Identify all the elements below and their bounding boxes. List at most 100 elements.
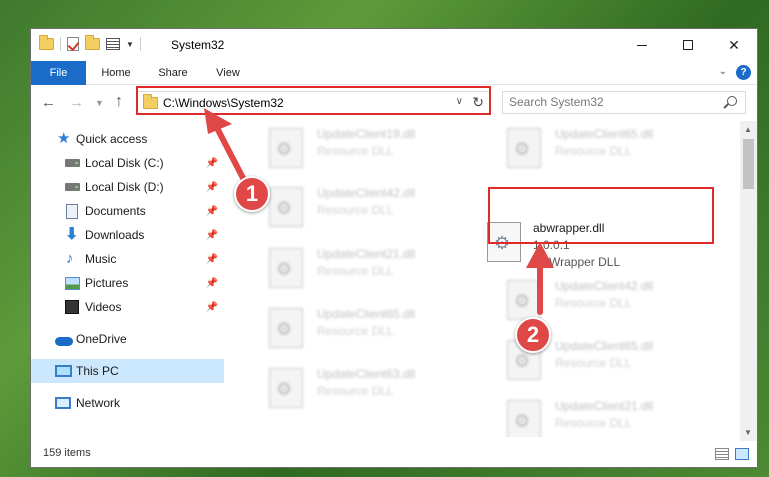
file-tile[interactable]: UpdateClient21.dll Resource DLL <box>485 397 715 437</box>
dll-file-icon <box>269 187 303 227</box>
file-name: UpdateClient65.dll <box>555 339 654 353</box>
sidebar-item-videos[interactable]: Videos 📌 <box>31 295 224 319</box>
dll-file-icon <box>487 222 521 262</box>
sidebar-item-label: Quick access <box>76 132 148 146</box>
view-toggle <box>715 448 749 460</box>
navigation-bar: ← → ▼ ↑ C:\Windows\System32 ∨ ↻ <box>31 85 757 121</box>
folder-icon[interactable] <box>39 35 54 50</box>
sidebar-item-label: Downloads <box>85 228 145 242</box>
file-tile[interactable]: UpdateClient42.dll Resource DLL <box>247 184 477 236</box>
tab-share[interactable]: Share <box>153 61 193 85</box>
dll-file-icon <box>507 400 541 437</box>
pin-icon[interactable]: 📌 <box>206 254 218 265</box>
help-button[interactable]: ? <box>736 65 751 80</box>
properties-icon[interactable] <box>106 38 120 50</box>
dll-file-icon <box>269 308 303 348</box>
pin-icon[interactable]: 📌 <box>206 182 218 193</box>
search-icon[interactable] <box>727 96 737 106</box>
step-2-badge: 2 <box>515 317 551 353</box>
file-explorer-window: ▼ System32 ✕ File Home Share View ⌄ ? ← … <box>30 28 758 468</box>
drive-icon <box>65 159 80 167</box>
recent-locations-chevron-icon[interactable]: ▼ <box>95 98 104 108</box>
sidebar-item-local-disk-d[interactable]: Local Disk (D:) 📌 <box>31 175 224 199</box>
pin-icon[interactable]: 📌 <box>206 302 218 313</box>
file-type: Resource DLL <box>317 264 394 278</box>
file-name: UpdateClient63.dll <box>317 367 416 381</box>
cloud-icon <box>55 337 73 346</box>
maximize-button[interactable] <box>665 29 711 61</box>
tab-file[interactable]: File <box>31 61 86 85</box>
step-1-badge: 1 <box>234 176 270 212</box>
address-dropdown-chevron-icon[interactable]: ∨ <box>456 96 463 107</box>
scroll-down-arrow-icon[interactable]: ▼ <box>744 428 752 437</box>
file-type: Resource DLL <box>317 384 394 398</box>
sidebar-item-pictures[interactable]: Pictures 📌 <box>31 271 224 295</box>
new-folder-icon[interactable] <box>85 35 100 50</box>
sidebar-item-label: Documents <box>85 204 146 218</box>
file-tile-abwrapper-dll[interactable]: abwrapper.dll 1.0.0.1 ABWrapper DLL <box>471 219 697 271</box>
vertical-scrollbar[interactable]: ▲ ▼ <box>740 121 757 441</box>
toolbar-divider <box>139 37 141 51</box>
file-tile[interactable]: UpdateClient19.dll Resource DLL <box>247 125 477 177</box>
sidebar-item-network[interactable]: Network <box>31 391 224 415</box>
details-view-icon[interactable] <box>715 448 729 460</box>
close-button[interactable]: ✕ <box>711 29 757 61</box>
videos-icon <box>65 300 79 314</box>
navigation-pane: ★ Quick access Local Disk (C:) 📌 Local D… <box>31 121 226 437</box>
file-name: UpdateClient42.dll <box>555 279 654 293</box>
dll-file-icon <box>269 368 303 408</box>
file-type: Resource DLL <box>555 416 632 430</box>
pin-icon[interactable]: 📌 <box>206 158 218 169</box>
star-icon: ★ <box>57 130 71 147</box>
file-tile[interactable]: UpdateClient65.dll Resource DLL <box>247 305 477 357</box>
sidebar-item-this-pc[interactable]: This PC <box>31 359 224 383</box>
pictures-icon <box>65 276 80 290</box>
sidebar-item-music[interactable]: ♪ Music 📌 <box>31 247 224 271</box>
pin-icon[interactable]: 📌 <box>206 206 218 217</box>
file-name: UpdateClient42.dll <box>317 186 416 200</box>
music-icon: ♪ <box>66 250 74 267</box>
tab-home[interactable]: Home <box>95 61 137 85</box>
pin-icon[interactable]: 📌 <box>206 278 218 289</box>
large-icons-view-icon[interactable] <box>735 448 749 460</box>
scrollbar-thumb[interactable] <box>743 139 754 189</box>
scroll-up-arrow-icon[interactable]: ▲ <box>744 125 752 134</box>
file-name: UpdateClient21.dll <box>317 247 416 261</box>
documents-icon <box>66 203 78 219</box>
maximize-icon <box>683 40 693 50</box>
sidebar-item-onedrive[interactable]: OneDrive <box>31 327 224 351</box>
pin-icon[interactable]: 📌 <box>206 230 218 241</box>
file-name: abwrapper.dll <box>533 221 605 235</box>
sidebar-item-quick-access[interactable]: ★ Quick access <box>31 127 224 151</box>
file-tile[interactable]: UpdateClient21.dll Resource DLL <box>247 245 477 297</box>
up-arrow-icon[interactable]: ↑ <box>115 93 123 111</box>
sidebar-item-label: Pictures <box>85 276 129 290</box>
file-version: 1.0.0.1 <box>533 238 570 252</box>
sidebar-item-documents[interactable]: Documents 📌 <box>31 199 224 223</box>
address-path[interactable]: C:\Windows\System32 <box>163 96 284 110</box>
toolbar-divider <box>60 37 61 51</box>
file-tile[interactable]: UpdateClient63.dll Resource DLL <box>247 365 477 417</box>
sidebar-item-local-disk-c[interactable]: Local Disk (C:) 📌 <box>31 151 224 175</box>
window-controls: ✕ <box>619 29 757 61</box>
file-name: UpdateClient65.dll <box>317 307 416 321</box>
status-bar: 159 items <box>31 442 757 467</box>
close-icon: ✕ <box>728 36 740 53</box>
sidebar-item-downloads[interactable]: ⬇ Downloads 📌 <box>31 223 224 247</box>
address-bar[interactable]: C:\Windows\System32 ∨ ↻ <box>136 91 490 114</box>
minimize-button[interactable] <box>619 29 665 61</box>
refresh-icon[interactable]: ↻ <box>472 94 484 111</box>
file-list: UpdateClient19.dll Resource DLL UpdateCl… <box>227 121 742 437</box>
back-arrow-icon[interactable]: ← <box>41 94 56 111</box>
customize-toolbar-dropdown-icon[interactable]: ▼ <box>126 40 134 49</box>
file-tile[interactable]: UpdateClient65.dll Resource DLL <box>485 125 715 177</box>
file-type: Resource DLL <box>317 203 394 217</box>
download-icon: ⬇ <box>65 226 79 243</box>
search-input[interactable] <box>509 95 709 109</box>
search-box[interactable] <box>502 91 746 114</box>
expand-ribbon-chevron-icon[interactable]: ⌄ <box>719 66 727 77</box>
properties-check-icon[interactable] <box>67 37 79 51</box>
forward-arrow-icon[interactable]: → <box>69 94 84 111</box>
tab-view[interactable]: View <box>209 61 247 85</box>
sidebar-item-label: OneDrive <box>76 332 127 346</box>
